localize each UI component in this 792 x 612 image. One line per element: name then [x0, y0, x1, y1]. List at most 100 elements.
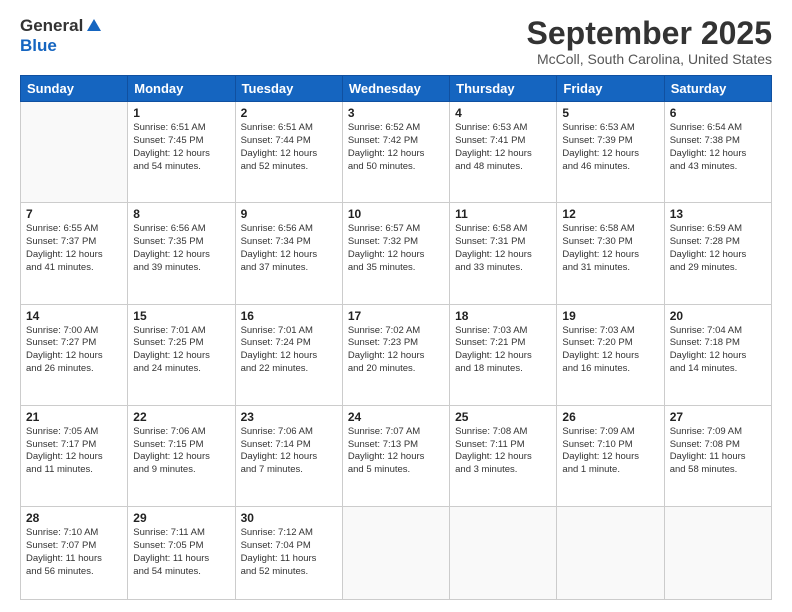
- header: General Blue September 2025 McColl, Sout…: [20, 16, 772, 67]
- day-info: Sunrise: 7:12 AM Sunset: 7:04 PM Dayligh…: [241, 527, 337, 578]
- cell-w2-d6: 12Sunrise: 6:58 AM Sunset: 7:30 PM Dayli…: [557, 203, 664, 304]
- cell-w3-d3: 16 Sunrise: 7:01 AM Sunset: 7:24 PM Dayli…: [235, 304, 342, 405]
- day-number: 30: [241, 511, 337, 525]
- day-info: Sunrise: 6:55 AM Sunset: 7:37 PM Dayligh…: [26, 223, 122, 274]
- day-info: Sunrise: 6:56 AM Sunset: 7:35 PM Dayligh…: [133, 223, 229, 274]
- header-monday: Monday: [128, 76, 235, 102]
- cell-w2-d5: 11 Sunrise: 6:58 AM Sunset: 7:31 PM Dayli…: [450, 203, 557, 304]
- title-section: September 2025 McColl, South Carolina, U…: [527, 16, 772, 67]
- cell-w3-d7: 20 Sunrise: 7:04 AM Sunset: 7:18 PM Dayli…: [664, 304, 771, 405]
- day-number: 16: [241, 309, 337, 323]
- cell-w5-d2: 29Sunrise: 7:11 AM Sunset: 7:05 PM Dayli…: [128, 507, 235, 600]
- day-info: Sunrise: 7:00 AM Sunset: 7:27 PM Dayligh…: [26, 325, 122, 376]
- cell-w3-d1: 14 Sunrise: 7:00 AM Sunset: 7:27 PM Dayli…: [21, 304, 128, 405]
- day-number: 28: [26, 511, 122, 525]
- cell-w1-d5: 4 Sunrise: 6:53 AM Sunset: 7:41 PM Daylig…: [450, 102, 557, 203]
- day-number: 14: [26, 309, 122, 323]
- logo-general-text: General: [20, 16, 83, 36]
- location: McColl, South Carolina, United States: [527, 51, 772, 67]
- day-info: Sunrise: 6:58 AM Sunset: 7:31 PM Dayligh…: [455, 223, 551, 274]
- cell-w1-d7: 6 Sunrise: 6:54 AM Sunset: 7:38 PM Daylig…: [664, 102, 771, 203]
- cell-w3-d6: 19 Sunrise: 7:03 AM Sunset: 7:20 PM Dayli…: [557, 304, 664, 405]
- cell-w4-d7: 27 Sunrise: 7:09 AM Sunset: 7:08 PM Dayli…: [664, 405, 771, 506]
- day-number: 8: [133, 207, 229, 221]
- day-info: Sunrise: 6:56 AM Sunset: 7:34 PM Dayligh…: [241, 223, 337, 274]
- cell-w2-d4: 10 Sunrise: 6:57 AM Sunset: 7:32 PM Dayli…: [342, 203, 449, 304]
- day-number: 3: [348, 106, 444, 120]
- day-info: Sunrise: 7:09 AM Sunset: 7:10 PM Dayligh…: [562, 426, 658, 477]
- week-row-1: 1 Sunrise: 6:51 AM Sunset: 7:45 PM Daylig…: [21, 102, 772, 203]
- day-number: 5: [562, 106, 658, 120]
- day-info: Sunrise: 7:07 AM Sunset: 7:13 PM Dayligh…: [348, 426, 444, 477]
- day-number: 9: [241, 207, 337, 221]
- cell-w1-d4: 3 Sunrise: 6:52 AM Sunset: 7:42 PM Daylig…: [342, 102, 449, 203]
- cell-w5-d3: 30 Sunrise: 7:12 AM Sunset: 7:04 PM Dayli…: [235, 507, 342, 600]
- day-number: 19: [562, 309, 658, 323]
- month-title: September 2025: [527, 16, 772, 51]
- cell-w5-d5: [450, 507, 557, 600]
- header-sunday: Sunday: [21, 76, 128, 102]
- header-friday: Friday: [557, 76, 664, 102]
- day-info: Sunrise: 7:01 AM Sunset: 7:25 PM Dayligh…: [133, 325, 229, 376]
- day-number: 2: [241, 106, 337, 120]
- cell-w2-d7: 13 Sunrise: 6:59 AM Sunset: 7:28 PM Dayli…: [664, 203, 771, 304]
- cell-w1-d3: 2 Sunrise: 6:51 AM Sunset: 7:44 PM Daylig…: [235, 102, 342, 203]
- day-info: Sunrise: 7:01 AM Sunset: 7:24 PM Dayligh…: [241, 325, 337, 376]
- day-number: 23: [241, 410, 337, 424]
- day-number: 21: [26, 410, 122, 424]
- day-info: Sunrise: 7:06 AM Sunset: 7:15 PM Dayligh…: [133, 426, 229, 477]
- logo: General Blue: [20, 16, 103, 56]
- header-thursday: Thursday: [450, 76, 557, 102]
- cell-w4-d1: 21 Sunrise: 7:05 AM Sunset: 7:17 PM Dayli…: [21, 405, 128, 506]
- day-info: Sunrise: 7:06 AM Sunset: 7:14 PM Dayligh…: [241, 426, 337, 477]
- day-info: Sunrise: 6:51 AM Sunset: 7:45 PM Dayligh…: [133, 122, 229, 173]
- day-number: 11: [455, 207, 551, 221]
- day-number: 7: [26, 207, 122, 221]
- header-tuesday: Tuesday: [235, 76, 342, 102]
- day-info: Sunrise: 6:58 AM Sunset: 7:30 PM Dayligh…: [562, 223, 658, 274]
- day-number: 24: [348, 410, 444, 424]
- header-wednesday: Wednesday: [342, 76, 449, 102]
- cell-w3-d4: 17Sunrise: 7:02 AM Sunset: 7:23 PM Dayli…: [342, 304, 449, 405]
- day-info: Sunrise: 7:09 AM Sunset: 7:08 PM Dayligh…: [670, 426, 766, 477]
- day-info: Sunrise: 7:04 AM Sunset: 7:18 PM Dayligh…: [670, 325, 766, 376]
- day-info: Sunrise: 6:54 AM Sunset: 7:38 PM Dayligh…: [670, 122, 766, 173]
- day-number: 15: [133, 309, 229, 323]
- day-info: Sunrise: 7:08 AM Sunset: 7:11 PM Dayligh…: [455, 426, 551, 477]
- logo-icon: [85, 17, 103, 35]
- day-info: Sunrise: 7:03 AM Sunset: 7:20 PM Dayligh…: [562, 325, 658, 376]
- cell-w5-d6: [557, 507, 664, 600]
- day-number: 13: [670, 207, 766, 221]
- day-info: Sunrise: 6:53 AM Sunset: 7:39 PM Dayligh…: [562, 122, 658, 173]
- day-info: Sunrise: 6:52 AM Sunset: 7:42 PM Dayligh…: [348, 122, 444, 173]
- day-number: 10: [348, 207, 444, 221]
- day-number: 17: [348, 309, 444, 323]
- weekday-header-row: Sunday Monday Tuesday Wednesday Thursday…: [21, 76, 772, 102]
- day-info: Sunrise: 6:53 AM Sunset: 7:41 PM Dayligh…: [455, 122, 551, 173]
- cell-w3-d2: 15 Sunrise: 7:01 AM Sunset: 7:25 PM Dayli…: [128, 304, 235, 405]
- week-row-5: 28Sunrise: 7:10 AM Sunset: 7:07 PM Dayli…: [21, 507, 772, 600]
- day-number: 20: [670, 309, 766, 323]
- day-info: Sunrise: 6:57 AM Sunset: 7:32 PM Dayligh…: [348, 223, 444, 274]
- day-info: Sunrise: 6:59 AM Sunset: 7:28 PM Dayligh…: [670, 223, 766, 274]
- day-info: Sunrise: 6:51 AM Sunset: 7:44 PM Dayligh…: [241, 122, 337, 173]
- day-info: Sunrise: 7:05 AM Sunset: 7:17 PM Dayligh…: [26, 426, 122, 477]
- cell-w3-d5: 18 Sunrise: 7:03 AM Sunset: 7:21 PM Dayli…: [450, 304, 557, 405]
- day-number: 25: [455, 410, 551, 424]
- cell-w2-d3: 9 Sunrise: 6:56 AM Sunset: 7:34 PM Daylig…: [235, 203, 342, 304]
- day-number: 27: [670, 410, 766, 424]
- day-number: 26: [562, 410, 658, 424]
- day-number: 18: [455, 309, 551, 323]
- day-number: 6: [670, 106, 766, 120]
- day-info: Sunrise: 7:03 AM Sunset: 7:21 PM Dayligh…: [455, 325, 551, 376]
- cell-w4-d4: 24 Sunrise: 7:07 AM Sunset: 7:13 PM Dayli…: [342, 405, 449, 506]
- header-saturday: Saturday: [664, 76, 771, 102]
- cell-w4-d2: 22Sunrise: 7:06 AM Sunset: 7:15 PM Dayli…: [128, 405, 235, 506]
- day-number: 1: [133, 106, 229, 120]
- cell-w1-d6: 5 Sunrise: 6:53 AM Sunset: 7:39 PM Daylig…: [557, 102, 664, 203]
- cell-w1-d1: [21, 102, 128, 203]
- day-number: 4: [455, 106, 551, 120]
- day-number: 29: [133, 511, 229, 525]
- cell-w4-d6: 26 Sunrise: 7:09 AM Sunset: 7:10 PM Dayli…: [557, 405, 664, 506]
- cell-w4-d3: 23 Sunrise: 7:06 AM Sunset: 7:14 PM Dayli…: [235, 405, 342, 506]
